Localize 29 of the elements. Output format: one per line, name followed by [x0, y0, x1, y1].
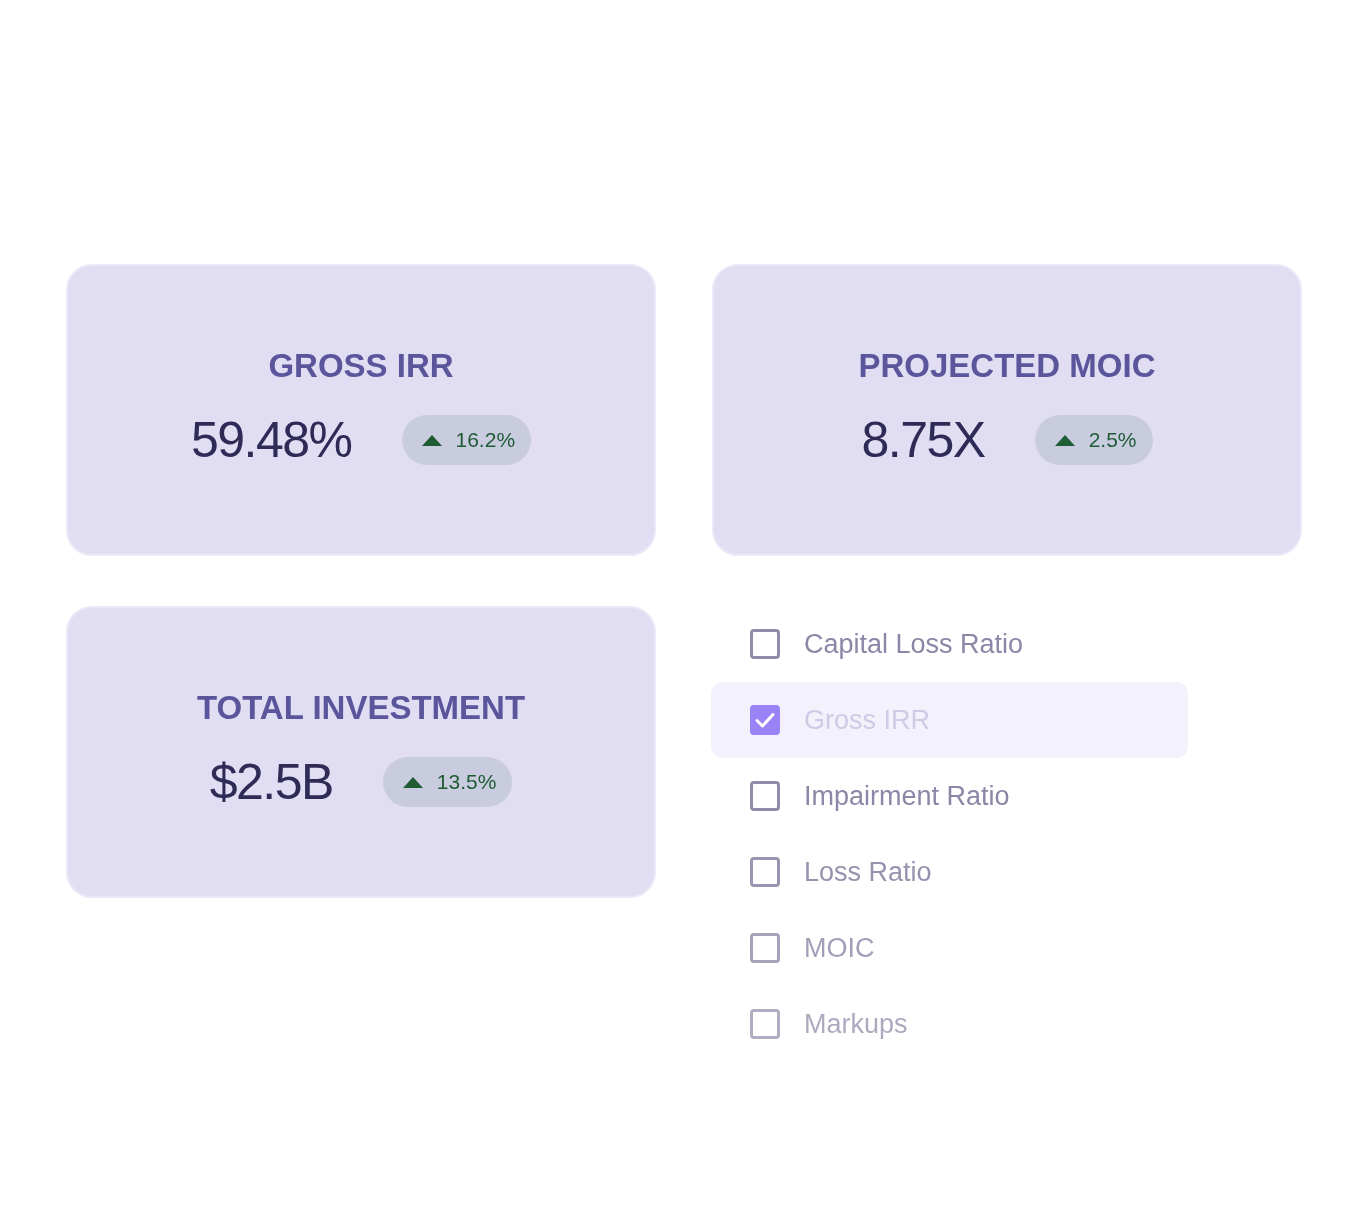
metric-value: $2.5B — [209, 754, 333, 810]
triangle-up-icon — [421, 434, 442, 446]
checklist-item[interactable]: Capital Loss Ratio — [711, 606, 1188, 682]
metric-value: 59.48% — [190, 412, 352, 468]
metric-title: GROSS IRR — [268, 346, 454, 386]
checkbox[interactable] — [750, 857, 780, 887]
checklist-label: Capital Loss Ratio — [804, 627, 1024, 661]
checked-checkbox[interactable] — [750, 705, 780, 735]
checklist-item[interactable]: Impairment Ratio — [711, 758, 1188, 834]
checklist-label: Markups — [804, 1007, 908, 1041]
triangle-up-icon — [402, 776, 423, 788]
triangle-up-icon — [1054, 434, 1075, 446]
checkbox[interactable] — [750, 933, 780, 963]
checklist-label: Loss Ratio — [804, 855, 932, 889]
change-percent: 13.5% — [436, 769, 497, 796]
check-icon — [755, 712, 775, 728]
checklist-label: Impairment Ratio — [804, 779, 1010, 813]
metric-title: PROJECTED MOIC — [858, 346, 1156, 386]
metric-value: 8.75X — [861, 412, 985, 468]
checklist-item[interactable]: MOIC — [711, 910, 1188, 986]
checkbox[interactable] — [750, 1009, 780, 1039]
checklist-item[interactable]: Markups — [711, 986, 1188, 1062]
checkbox[interactable] — [750, 781, 780, 811]
checklist-item[interactable]: Loss Ratio — [711, 834, 1188, 910]
change-percent: 16.2% — [455, 427, 516, 454]
change-percent: 2.5% — [1088, 427, 1137, 454]
checklist-label: MOIC — [804, 931, 875, 965]
checkbox[interactable] — [750, 629, 780, 659]
metric-title: TOTAL INVESTMENT — [196, 688, 526, 728]
